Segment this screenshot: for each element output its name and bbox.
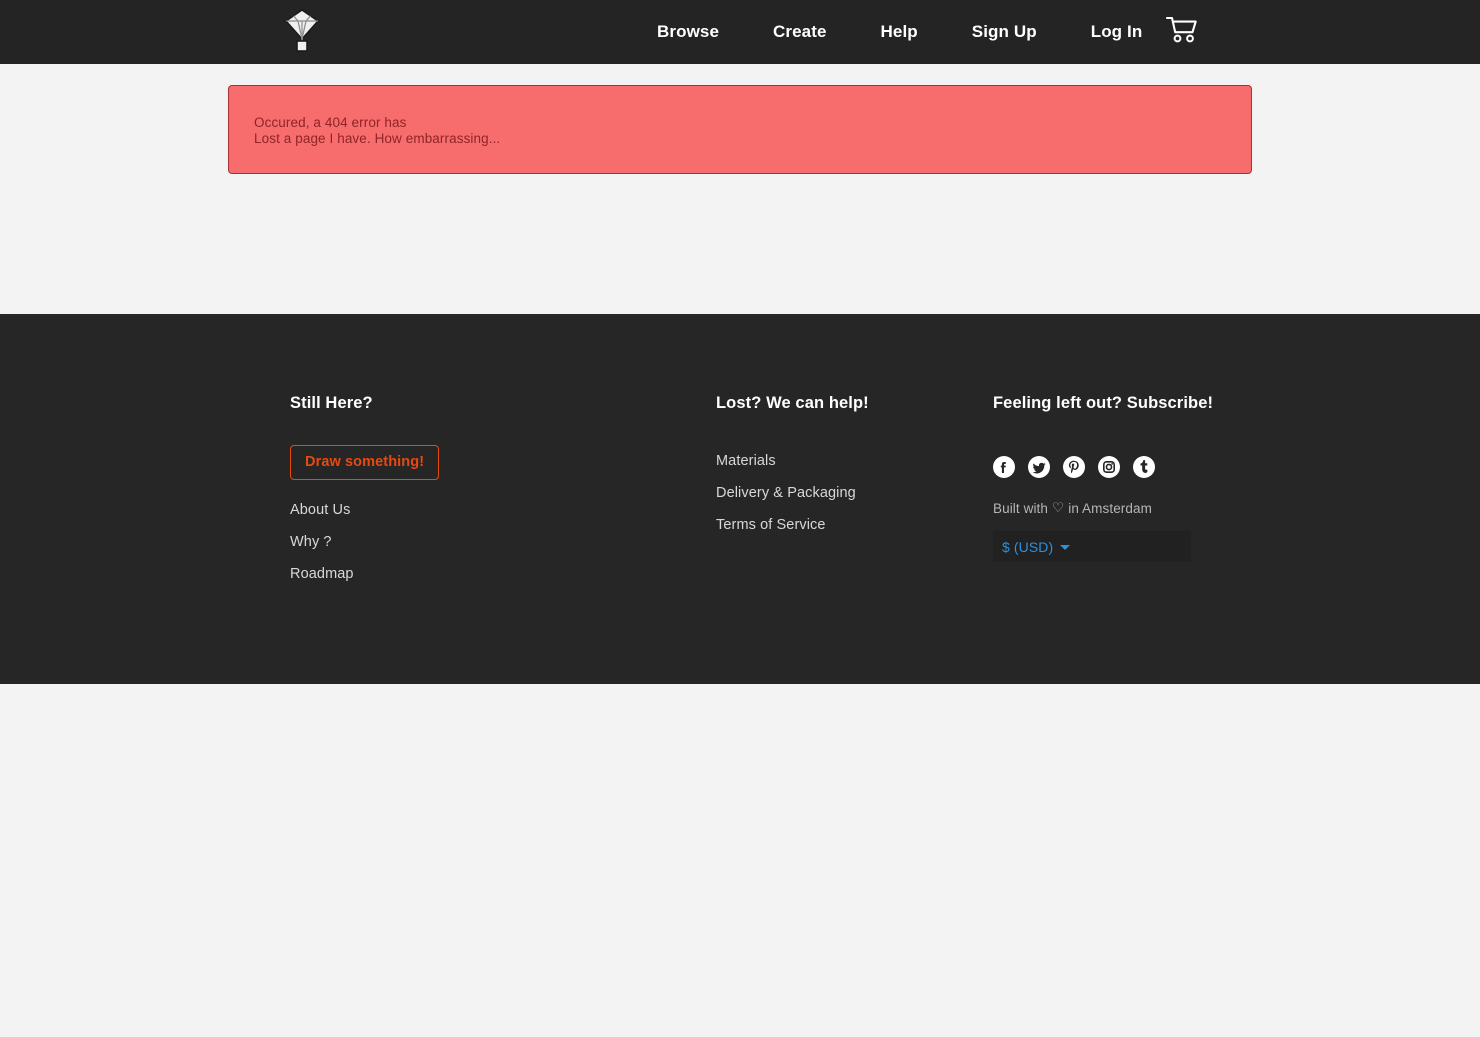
footer-link-why[interactable]: Why ? [290, 526, 690, 558]
tumblr-icon[interactable] [1133, 456, 1155, 478]
footer-column-help: Lost? We can help! Materials Delivery & … [716, 394, 976, 541]
social-links [993, 456, 1293, 478]
diamond-gem-logo-icon [285, 8, 319, 57]
nav-link-sign-up[interactable]: Sign Up [945, 0, 1064, 64]
built-with-note: Built with ♡ in Amsterdam [993, 500, 1293, 516]
site-footer: Still Here? Draw something! About Us Why… [0, 314, 1480, 684]
top-navbar: Browse Create Help Sign Up Log In [0, 0, 1480, 64]
currency-selector[interactable]: $ (USD) [993, 531, 1191, 562]
pinterest-icon[interactable] [1063, 456, 1085, 478]
nav-link-help[interactable]: Help [854, 0, 945, 64]
footer-heading-still-here: Still Here? [290, 394, 373, 412]
heart-icon: ♡ [1052, 500, 1065, 515]
shopping-cart-icon [1165, 15, 1199, 50]
error-alert: Occured, a 404 error has Lost a page I h… [228, 85, 1252, 174]
draw-something-button[interactable]: Draw something! [290, 445, 440, 480]
primary-nav: Browse Create Help Sign Up Log In [630, 0, 1169, 64]
facebook-icon[interactable] [993, 456, 1015, 478]
page-bottom-area [0, 684, 1480, 1037]
footer-column-subscribe: Feeling left out? Subscribe! Built with … [993, 394, 1293, 562]
footer-link-materials[interactable]: Materials [716, 445, 976, 477]
footer-heading-subscribe: Feeling left out? Subscribe! [993, 394, 1214, 412]
instagram-icon[interactable] [1098, 456, 1120, 478]
built-with-prefix: Built with [993, 500, 1049, 516]
error-alert-line-1: Occured, a 404 error has [254, 115, 407, 130]
footer-link-terms-of-service[interactable]: Terms of Service [716, 509, 976, 541]
main-content: Occured, a 404 error has Lost a page I h… [0, 64, 1480, 314]
footer-heading-help: Lost? We can help! [716, 394, 869, 412]
error-alert-line-2: Lost a page I have. How embarrassing... [254, 130, 501, 146]
footer-link-roadmap[interactable]: Roadmap [290, 558, 690, 590]
footer-column-still-here: Still Here? Draw something! About Us Why… [290, 394, 690, 590]
nav-link-browse[interactable]: Browse [630, 0, 746, 64]
cart-button[interactable] [1155, 0, 1209, 64]
nav-link-log-in[interactable]: Log In [1064, 0, 1170, 64]
nav-link-create[interactable]: Create [746, 0, 854, 64]
site-logo[interactable] [278, 7, 326, 57]
twitter-icon[interactable] [1028, 456, 1050, 478]
footer-link-delivery-packaging[interactable]: Delivery & Packaging [716, 477, 976, 509]
chevron-down-icon [1060, 545, 1071, 550]
built-with-suffix: in Amsterdam [1068, 500, 1152, 516]
currency-selector-label: $ (USD) [1002, 538, 1054, 555]
footer-link-about-us[interactable]: About Us [290, 494, 690, 526]
